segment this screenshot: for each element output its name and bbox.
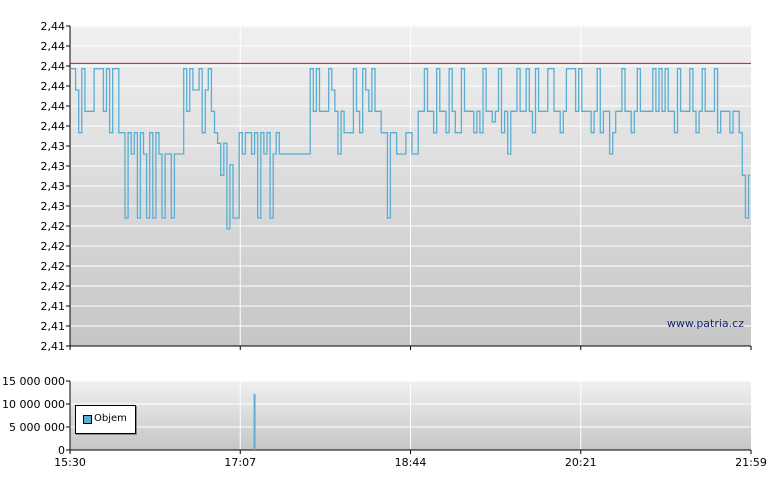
legend-swatch [83, 415, 92, 424]
watermark: www.patria.cz [667, 317, 744, 330]
price-ytick-label: 2,43 [41, 140, 66, 153]
volume-xtick-label: 21:59 [735, 456, 767, 469]
price-ytick-label: 2,44 [41, 120, 66, 133]
price-ytick-label: 2,44 [41, 80, 66, 93]
legend-label: Objem [94, 413, 127, 424]
price-ytick-label: 2,41 [41, 300, 66, 313]
price-ytick-label: 2,44 [41, 40, 66, 53]
volume-xtick-label: 17:07 [224, 456, 256, 469]
volume-xtick-label: 18:44 [395, 456, 427, 469]
price-ytick-label: 2,44 [41, 60, 66, 73]
volume-ytick-label: 15 000 000 [2, 375, 65, 388]
price-ytick-label: 2,42 [41, 260, 66, 273]
volume-ytick-label: 5 000 000 [9, 421, 65, 434]
price-ytick-label: 2,41 [41, 320, 66, 333]
price-ytick-label: 2,43 [41, 160, 66, 173]
price-ytick-label: 2,42 [41, 220, 66, 233]
price-ytick-label: 2,42 [41, 240, 66, 253]
price-ytick-label: 2,43 [41, 180, 66, 193]
stock-chart: 2,41 2,41 2,41 2,42 2,42 2,42 2,42 2,43 2,43 2,43… [0, 0, 780, 490]
price-ytick-label: 2,44 [41, 100, 66, 113]
volume-ytick-label: 0 [58, 444, 65, 457]
volume-xtick-label: 15:30 [54, 456, 86, 469]
price-ytick-label: 2,41 [41, 340, 66, 353]
volume-ytick-label: 10 000 000 [2, 398, 65, 411]
price-ytick-label: 2,44 [41, 20, 66, 33]
price-ytick-label: 2,42 [41, 280, 66, 293]
price-ytick-label: 2,43 [41, 200, 66, 213]
volume-legend: Objem [75, 405, 136, 434]
volume-xtick-label: 20:21 [565, 456, 597, 469]
